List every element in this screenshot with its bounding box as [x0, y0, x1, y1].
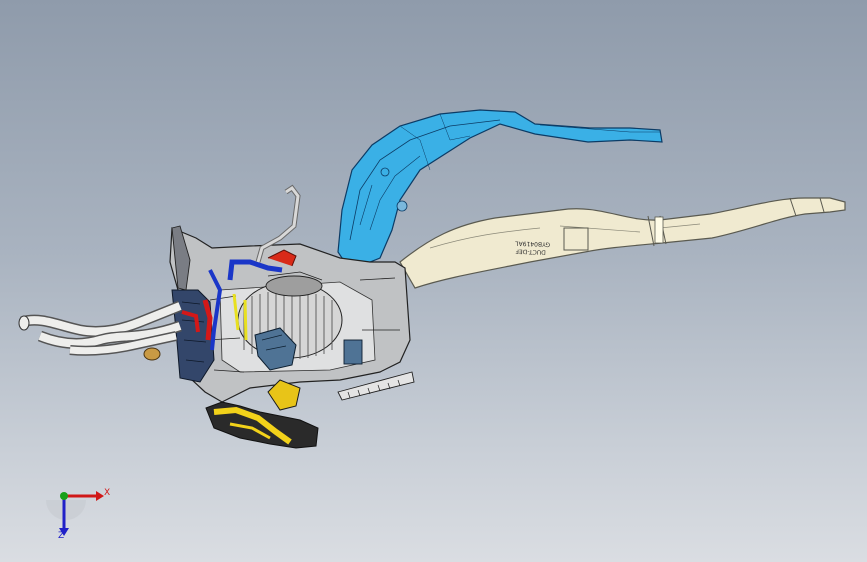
cad-3d-viewport[interactable]: DUCT-DEF GYB0419AL X Z	[0, 0, 867, 562]
triad-plane-shade	[46, 500, 86, 520]
duct-label-line1: DUCT-DEF	[515, 247, 546, 255]
x-axis-arrowhead	[96, 491, 104, 501]
y-axis-dot	[60, 492, 68, 500]
hvac-assembly-model[interactable]: DUCT-DEF GYB0419AL	[0, 0, 867, 562]
hose-bundle[interactable]	[18, 300, 183, 361]
duct-label-line2: GYB0419AL	[515, 239, 551, 247]
defroster-duct[interactable]: DUCT-DEF GYB0419AL	[399, 197, 846, 289]
z-axis-label: Z	[58, 531, 65, 541]
x-axis-label: X	[104, 488, 111, 498]
